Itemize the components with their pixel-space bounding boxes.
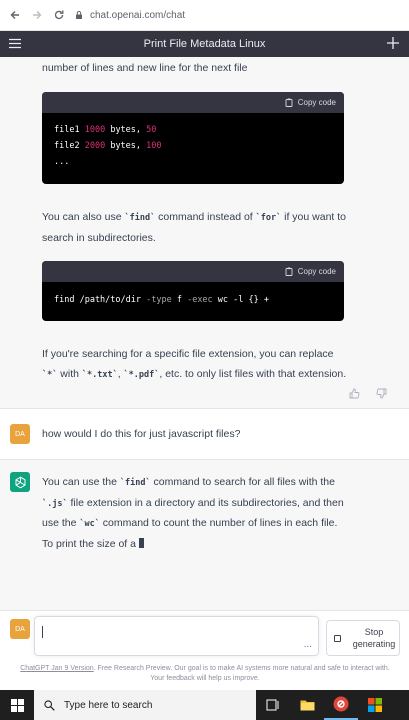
inline-code: `for` [255,213,282,223]
code-block: Copy code file1 1000 bytes, 50 file2 2000… [42,92,344,184]
browser-toolbar: chat.openai.com/chat [0,0,409,31]
forward-arrow-icon[interactable] [26,4,48,26]
file-explorer-icon[interactable] [290,690,324,720]
version-link[interactable]: ChatGPT Jan 9 Version [20,665,93,672]
inline-code: `wc` [79,519,100,529]
inline-code: `find` [124,213,156,223]
stop-generating-label: Stop generating [352,627,396,649]
search-icon [44,699,55,711]
composer: DA ... Stop generating ChatGPT Jan 9 Ver… [0,610,409,690]
code-block-header: Copy code [42,92,344,113]
address-bar[interactable]: chat.openai.com/chat [74,10,185,21]
chat-thread[interactable]: number of lines and new line for the nex… [0,57,409,610]
code-line: ... [54,157,70,167]
inline-code: `find` [119,478,151,488]
task-view-icon[interactable] [256,690,290,720]
code-line: file1 1000 bytes, 50 [54,125,157,135]
lock-icon [76,11,82,19]
app-grid-icon[interactable] [358,690,392,720]
windows-taskbar: Type here to search [0,690,409,720]
message-paragraph: You can also use `find` command instead … [42,211,347,244]
back-arrow-icon[interactable] [4,4,26,26]
recording-app-icon[interactable] [324,690,358,720]
reload-icon[interactable] [48,4,70,26]
stop-generating-button[interactable]: Stop generating [326,620,400,656]
user-avatar: DA [10,424,30,444]
url-text: chat.openai.com/chat [90,9,186,21]
windows-start-icon[interactable] [0,690,34,720]
inline-code: `*.txt` [81,369,118,380]
clipboard-icon [285,98,293,107]
chatgpt-avatar [10,472,30,492]
assistant-message: You can use the `find` command to search… [0,460,409,610]
chat-header: Print File Metadata Linux [0,31,409,57]
feedback-buttons [349,388,387,399]
message-paragraph: number of lines and new line for the nex… [42,62,248,74]
copy-code-button[interactable]: Copy code [298,267,336,276]
openai-logo-icon [15,476,25,488]
search-placeholder: Type here to search [64,699,153,711]
message-paragraph: If you're searching for a specific file … [42,348,347,380]
message-paragraph: You can use the `find` command to search… [42,476,344,550]
code-content: file1 1000 bytes, 50 file2 2000 bytes, 10… [42,113,344,179]
assistant-message: number of lines and new line for the nex… [0,57,409,409]
message-input[interactable]: ... [34,616,319,656]
typing-cursor [138,537,144,548]
copy-code-button[interactable]: Copy code [298,98,336,107]
plus-icon[interactable] [387,37,399,49]
code-block-header: Copy code [42,261,344,282]
user-message-text: how would I do this for just javascript … [42,428,241,440]
code-line: file2 2000 bytes, 100 [54,141,162,151]
user-avatar: DA [10,619,30,639]
thumbs-down-icon[interactable] [376,388,387,399]
inline-code: `*.pdf` [123,369,160,380]
code-block: Copy code find /path/to/dir -type f -exe… [42,261,344,321]
conversation-title: Print File Metadata Linux [143,38,266,50]
user-message: DA how would I do this for just javascri… [0,409,409,460]
code-content: find /path/to/dir -type f -exec wc -l {}… [54,295,269,305]
taskbar-search[interactable]: Type here to search [34,690,256,720]
stop-icon [334,634,341,642]
hamburger-menu-icon[interactable] [9,38,21,49]
loading-ellipsis: ... [303,639,312,650]
clipboard-icon [285,267,293,276]
inline-code: `.js` [42,498,68,509]
thumbs-up-icon[interactable] [349,388,360,399]
disclaimer: ChatGPT Jan 9 Version. Free Research Pre… [20,665,390,682]
inline-code: `*` [42,369,58,380]
text-caret [42,626,43,638]
